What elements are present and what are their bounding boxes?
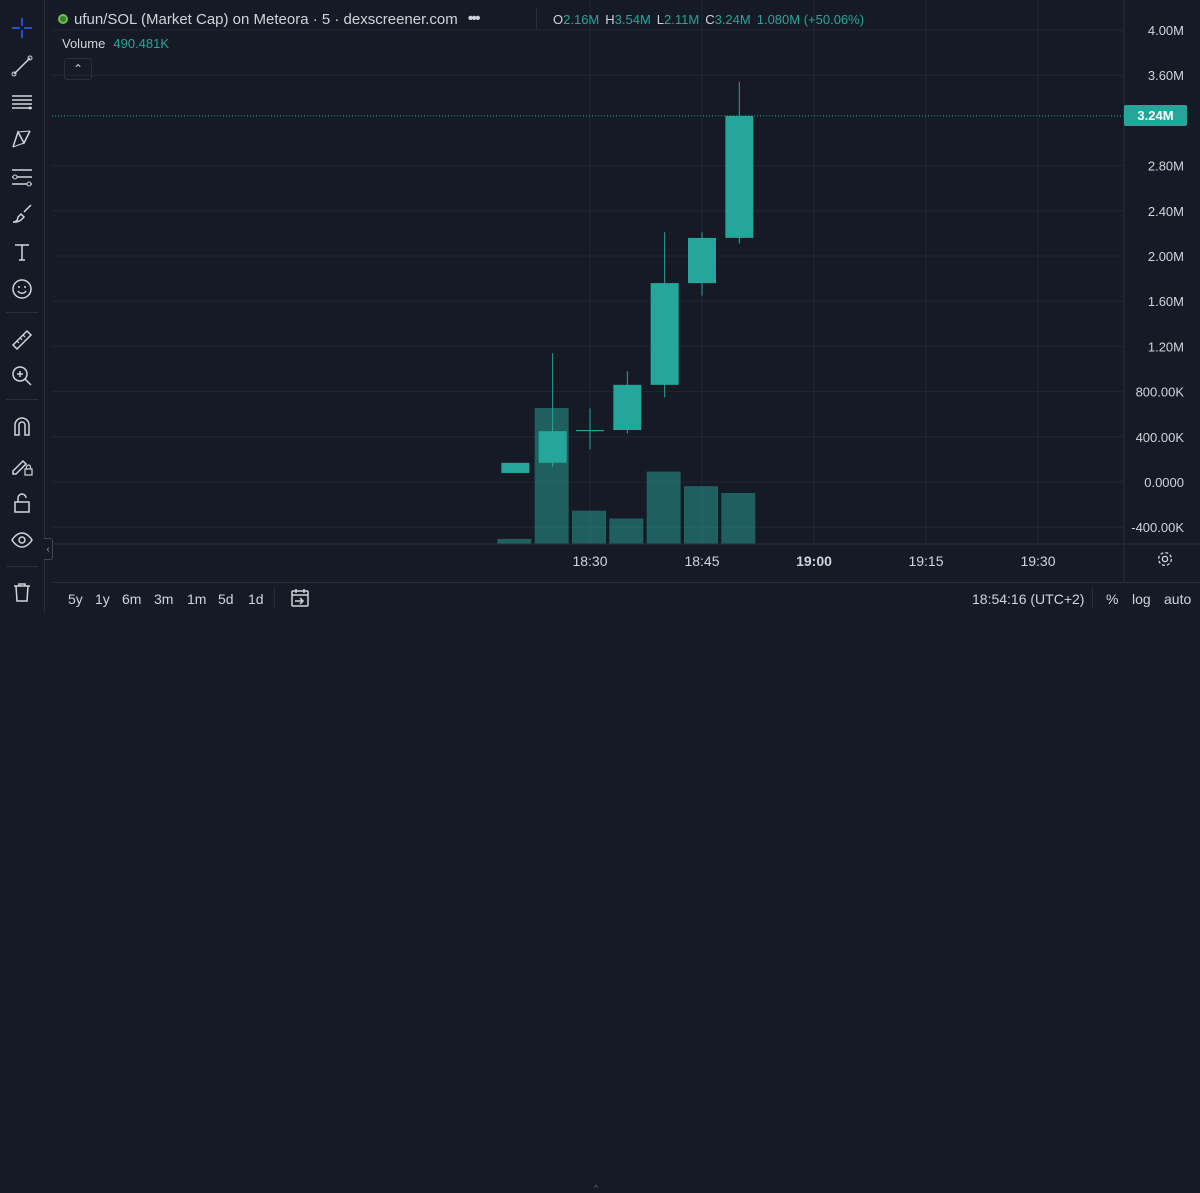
text-icon[interactable]: [8, 238, 36, 266]
volume-bar: [497, 538, 532, 544]
bottom-toolbar: 5y 1y 6m 3m 1m 5d 1d 18:54:16 (UTC+2) % …: [52, 582, 1200, 1193]
drawing-toolbar: [0, 0, 45, 612]
time-axis-label: 18:30: [572, 553, 607, 569]
price-axis-label: 2.40M: [1148, 204, 1184, 219]
range-1m[interactable]: 1m: [187, 591, 206, 607]
volume-bar: [721, 493, 756, 544]
ohlc-values: O 2.16M H 3.54M L 2.11M C 3.24M 1.080M (…: [536, 8, 870, 30]
eye-icon[interactable]: [8, 526, 36, 554]
price-chart[interactable]: 4.00M 3.60M 2.80M 2.40M 2.00M 1.60M 1.20M 800.0…: [52, 0, 1200, 582]
time-axis-label: 19:15: [908, 553, 943, 569]
grid: [52, 0, 1124, 544]
range-1d[interactable]: 1d: [248, 591, 264, 607]
pattern-icon[interactable]: [8, 125, 36, 153]
low-value: 2.11M: [664, 11, 700, 27]
bottom-divider: [1092, 587, 1093, 609]
volume-bar: [684, 486, 718, 544]
percent-scale-toggle[interactable]: %: [1106, 591, 1118, 607]
range-1y[interactable]: 1y: [95, 591, 110, 607]
price-axis-label: 0.0000: [1144, 475, 1184, 490]
open-value: 2.16M: [563, 11, 600, 27]
volume-bar: [609, 518, 644, 544]
chart-settings-icon[interactable]: [1156, 550, 1174, 568]
low-label: L: [656, 11, 665, 27]
axes: 4.00M 3.60M 2.80M 2.40M 2.00M 1.60M 1.20M 800.0…: [52, 0, 1200, 582]
range-3m[interactable]: 3m: [154, 591, 173, 607]
volume-bar: [646, 471, 681, 544]
log-scale-toggle[interactable]: log: [1132, 591, 1151, 607]
toolbar-divider: [6, 399, 38, 400]
trend-line-icon[interactable]: [8, 52, 36, 80]
more-options-icon[interactable]: •••: [468, 10, 481, 28]
toolbar-divider: [6, 312, 38, 313]
chart-area[interactable]: 4.00M 3.60M 2.80M 2.40M 2.00M 1.60M 1.20M 800.0…: [52, 0, 1200, 612]
emoji-icon[interactable]: [8, 275, 36, 303]
volume-bar: [572, 510, 606, 544]
lock-drawing-icon[interactable]: [8, 451, 36, 479]
price-axis-label: 400.00K: [1136, 430, 1185, 445]
volume-value: 490.481K: [113, 36, 170, 51]
zoom-in-icon[interactable]: [8, 362, 36, 390]
price-axis-label: -400.00K: [1131, 520, 1184, 535]
go-to-date-icon[interactable]: [288, 586, 312, 610]
toolbar-divider: [6, 566, 38, 567]
crosshair-icon[interactable]: [8, 14, 36, 42]
candle-body: [501, 462, 530, 473]
high-label: H: [605, 11, 615, 27]
candle-body: [650, 283, 679, 385]
price-axis-label: 1.60M: [1148, 294, 1184, 309]
range-5y[interactable]: 5y: [68, 591, 83, 607]
scroll-handle-icon[interactable]: ^: [594, 1183, 598, 1193]
bottom-divider: [274, 587, 275, 609]
hide-indicators-button[interactable]: ⌃: [64, 58, 92, 80]
volume-label: Volume: [62, 36, 106, 51]
brush-icon[interactable]: [8, 200, 36, 228]
range-5d[interactable]: 5d: [218, 591, 234, 607]
range-6m[interactable]: 6m: [122, 591, 141, 607]
time-axis-label: 18:45: [684, 553, 719, 569]
last-price-tag: 3.24M: [1124, 105, 1187, 126]
lock-icon[interactable]: [8, 489, 36, 517]
fib-icon[interactable]: [8, 163, 36, 191]
open-label: O: [553, 11, 564, 27]
ruler-icon[interactable]: [8, 326, 36, 354]
price-axis-label: 1.20M: [1148, 339, 1184, 354]
time-axis-label: 19:30: [1020, 553, 1055, 569]
close-label: C: [705, 11, 715, 27]
high-value: 3.54M: [614, 11, 651, 27]
volume-legend: Volume 490.481K: [62, 36, 169, 51]
price-axis-label: 2.80M: [1148, 159, 1184, 174]
magnet-icon[interactable]: [8, 413, 36, 441]
price-axis-label: 4.00M: [1148, 23, 1184, 38]
symbol-status-dot: [58, 14, 68, 24]
auto-scale-toggle[interactable]: auto: [1164, 591, 1191, 607]
close-value: 3.24M: [714, 11, 751, 27]
candle-body: [576, 430, 604, 432]
price-axis-label: 800.00K: [1136, 385, 1185, 400]
change-value: 1.080M (+50.06%): [756, 11, 865, 27]
horizontal-lines-icon[interactable]: [8, 88, 36, 116]
chart-title[interactable]: ufun/SOL (Market Cap) on Meteora · 5 · d…: [74, 11, 458, 28]
candle-body: [688, 237, 716, 284]
volume-bar: [534, 408, 569, 544]
price-axis-label: 2.00M: [1148, 249, 1184, 264]
candle-body: [538, 431, 567, 463]
price-axis-label: 3.60M: [1148, 68, 1184, 83]
timezone-clock[interactable]: 18:54:16 (UTC+2): [972, 591, 1084, 607]
trash-icon[interactable]: [8, 578, 36, 606]
time-axis-label: 19:00: [796, 553, 832, 569]
chart-legend: ufun/SOL (Market Cap) on Meteora · 5 · d…: [58, 8, 481, 30]
candle-body: [613, 384, 642, 431]
candle-body: [725, 115, 754, 238]
